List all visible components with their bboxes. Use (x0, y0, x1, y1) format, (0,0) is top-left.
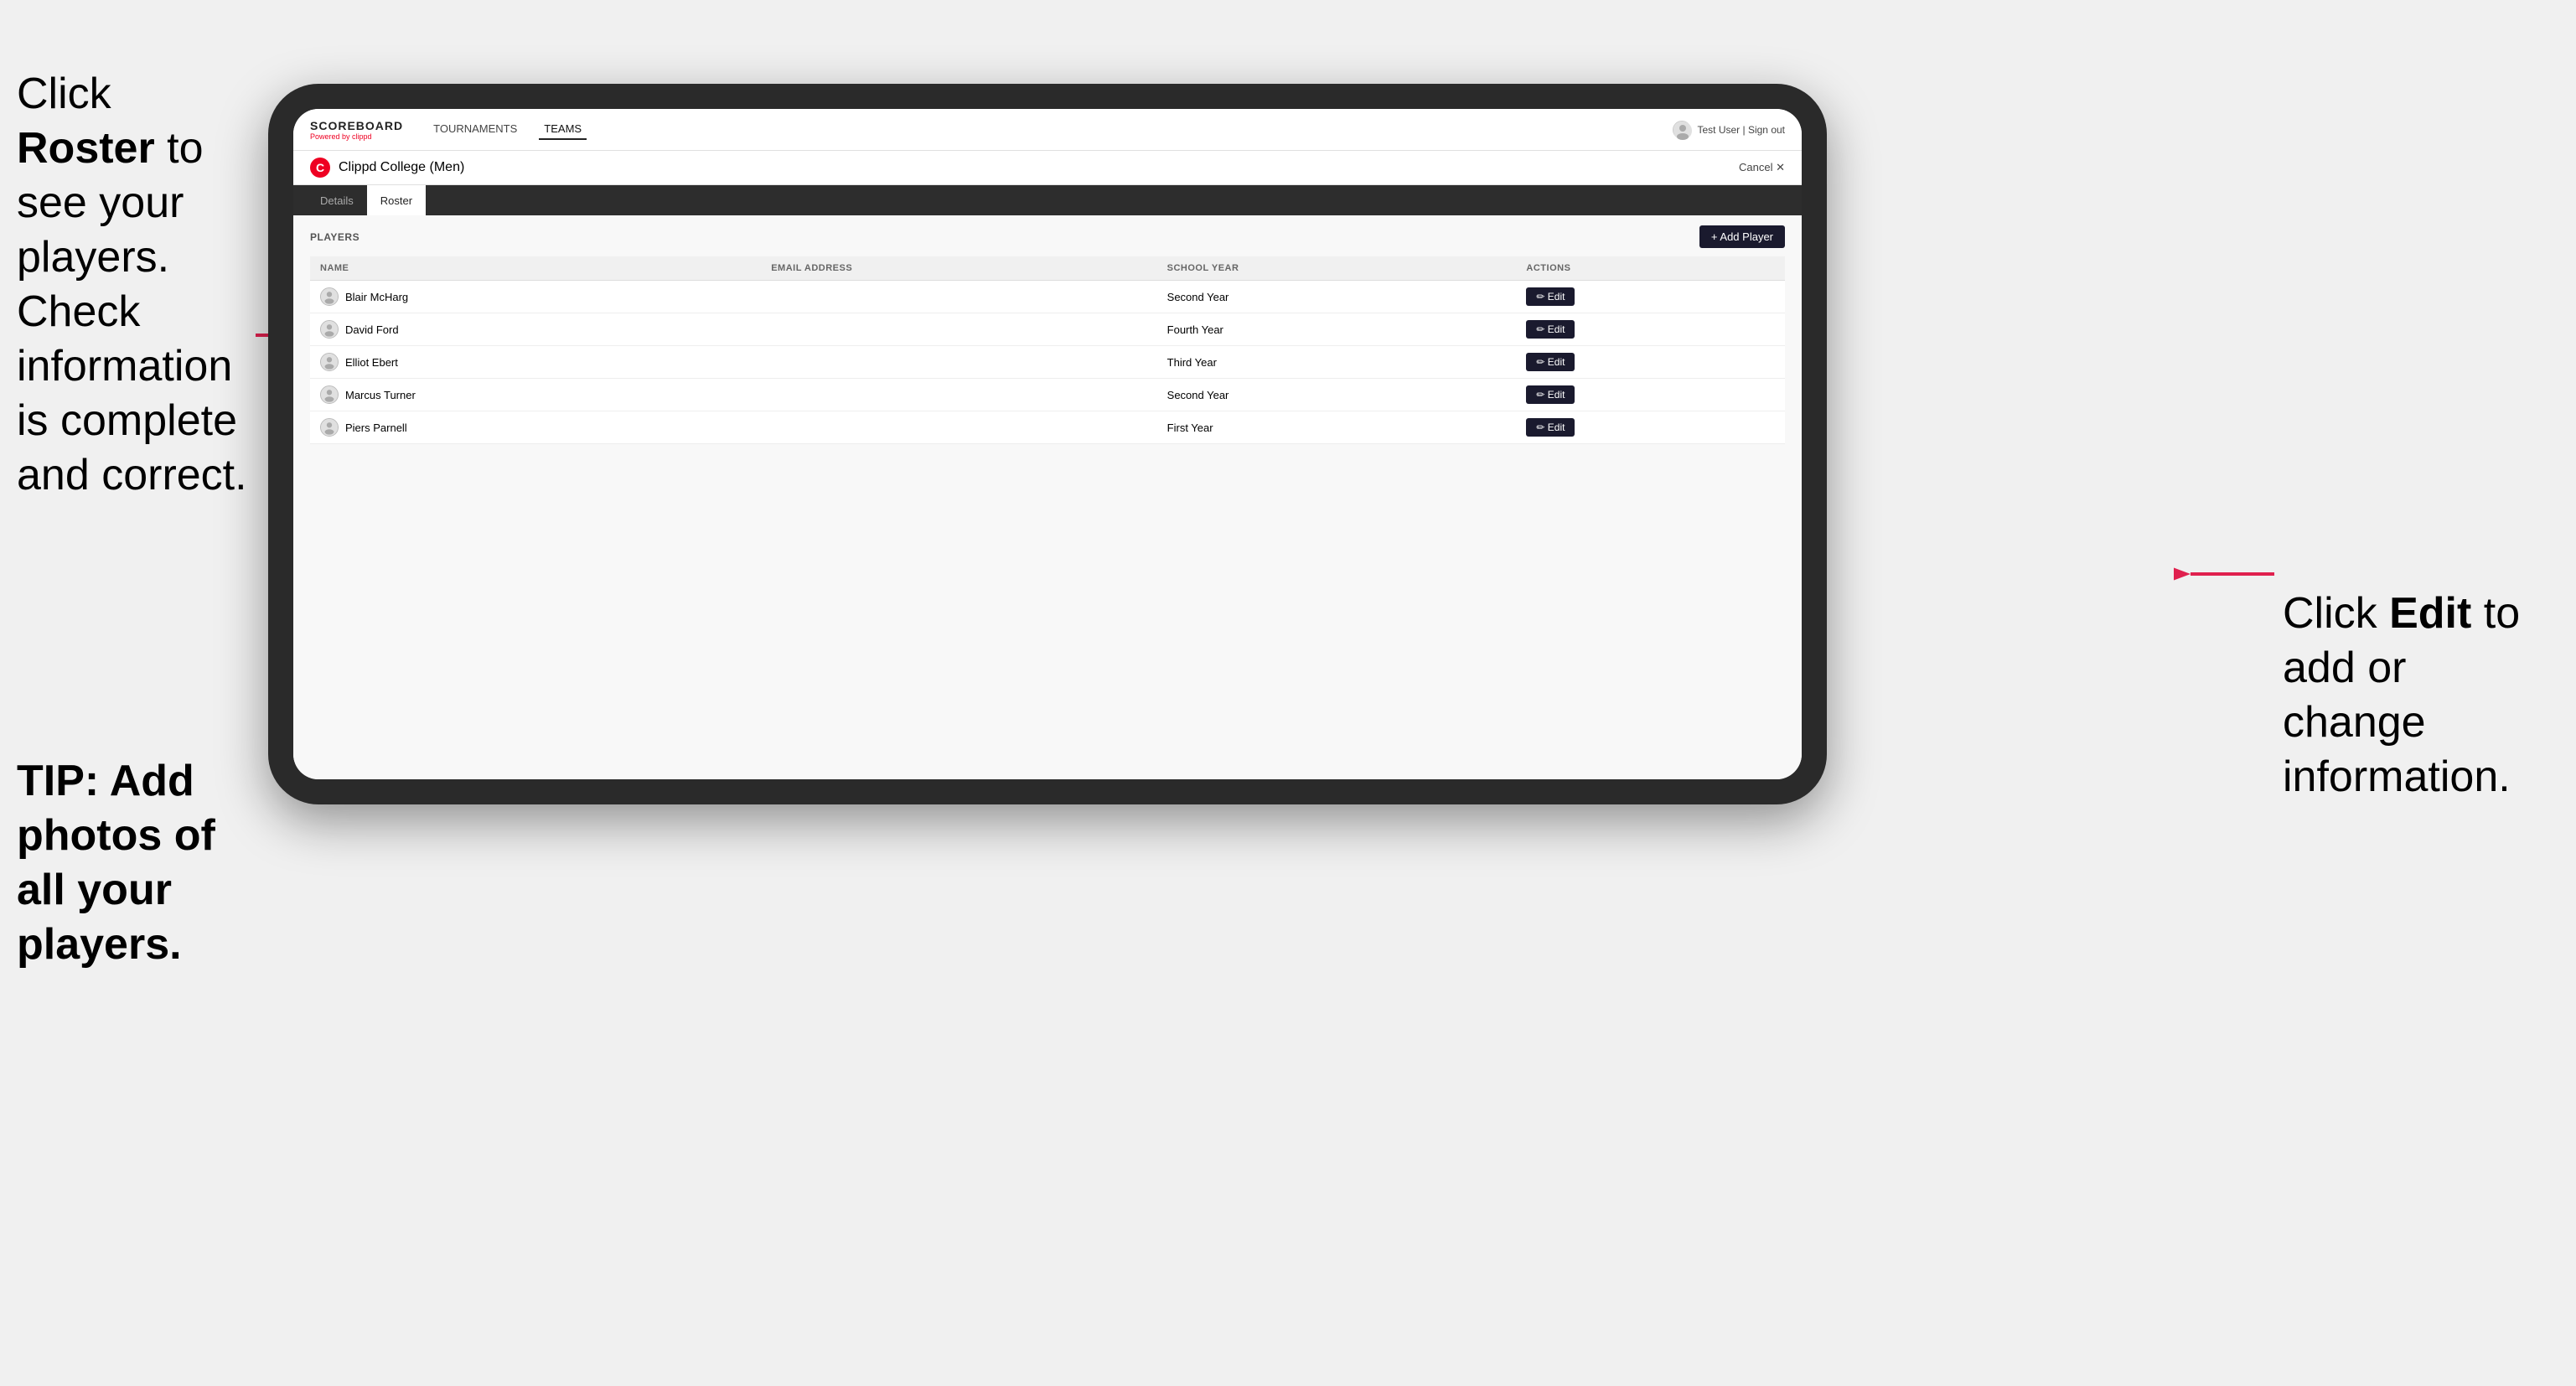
col-school-year: SCHOOL YEAR (1157, 256, 1517, 281)
player-name: David Ford (345, 323, 399, 336)
nav-tournaments[interactable]: TOURNAMENTS (428, 119, 522, 140)
player-actions: ✏ Edit (1516, 411, 1785, 444)
edit-button[interactable]: ✏ Edit (1526, 353, 1575, 371)
tablet-screen: SCOREBOARD Powered by clippd TOURNAMENTS… (293, 109, 1802, 779)
players-tbody: Blair McHarg Second Year ✏ Edit David For… (310, 281, 1785, 444)
player-name-cell: Blair McHarg (310, 281, 761, 313)
logo-sub: Powered by clippd (310, 132, 403, 141)
player-name-cell: Elliot Ebert (310, 346, 761, 379)
player-name-cell: Marcus Turner (310, 379, 761, 411)
player-avatar (320, 385, 339, 404)
player-school-year: Second Year (1157, 379, 1517, 411)
player-school-year: Second Year (1157, 281, 1517, 313)
player-name: Blair McHarg (345, 291, 408, 303)
player-actions: ✏ Edit (1516, 379, 1785, 411)
col-name: NAME (310, 256, 761, 281)
player-name-cell: David Ford (310, 313, 761, 346)
player-name-cell: Piers Parnell (310, 411, 761, 444)
player-email (761, 346, 1156, 379)
table-row: Piers Parnell First Year ✏ Edit (310, 411, 1785, 444)
player-email (761, 411, 1156, 444)
player-actions: ✏ Edit (1516, 346, 1785, 379)
table-row: David Ford Fourth Year ✏ Edit (310, 313, 1785, 346)
roster-bold: Roster (17, 124, 155, 173)
col-email: EMAIL ADDRESS (761, 256, 1156, 281)
nav-teams[interactable]: TEAMS (539, 119, 587, 140)
logo-title: SCOREBOARD (310, 119, 403, 132)
tab-details[interactable]: Details (307, 185, 367, 215)
team-header: C Clippd College (Men) Cancel ✕ (293, 151, 1802, 185)
players-section: PLAYERS + Add Player NAME EMAIL ADDRESS … (293, 215, 1802, 779)
add-player-button[interactable]: + Add Player (1699, 225, 1785, 248)
tablet-frame: SCOREBOARD Powered by clippd TOURNAMENTS… (268, 84, 1827, 804)
right-instructions: Click Edit to add or change information. (2283, 587, 2559, 804)
tip-text: TIP: Add photos of all your players. (17, 754, 260, 972)
player-avatar (320, 320, 339, 339)
team-icon: C (310, 158, 330, 178)
player-actions: ✏ Edit (1516, 281, 1785, 313)
arrow-right-annotation (2174, 549, 2274, 599)
player-avatar (320, 418, 339, 437)
cancel-button[interactable]: Cancel ✕ (1739, 161, 1785, 174)
player-email (761, 281, 1156, 313)
user-label: Test User | Sign out (1698, 124, 1786, 136)
player-email (761, 379, 1156, 411)
player-school-year: First Year (1157, 411, 1517, 444)
table-row: Blair McHarg Second Year ✏ Edit (310, 281, 1785, 313)
navbar: SCOREBOARD Powered by clippd TOURNAMENTS… (293, 109, 1802, 151)
table-header: NAME EMAIL ADDRESS SCHOOL YEAR ACTIONS (310, 256, 1785, 281)
player-name: Piers Parnell (345, 421, 407, 434)
edit-button[interactable]: ✏ Edit (1526, 418, 1575, 437)
tab-roster[interactable]: Roster (367, 185, 426, 215)
edit-button[interactable]: ✏ Edit (1526, 287, 1575, 306)
left-instructions: Click Roster to see your players. Check … (17, 67, 260, 503)
player-school-year: Fourth Year (1157, 313, 1517, 346)
edit-button[interactable]: ✏ Edit (1526, 385, 1575, 404)
logo: SCOREBOARD Powered by clippd (310, 119, 403, 141)
navbar-user: Test User | Sign out (1673, 121, 1786, 139)
player-actions: ✏ Edit (1516, 313, 1785, 346)
players-header: PLAYERS + Add Player (310, 225, 1785, 248)
team-name: Clippd College (Men) (339, 160, 1739, 175)
player-avatar (320, 353, 339, 371)
user-avatar (1673, 121, 1691, 139)
player-name: Marcus Turner (345, 389, 416, 401)
col-actions: ACTIONS (1516, 256, 1785, 281)
player-email (761, 313, 1156, 346)
edit-button[interactable]: ✏ Edit (1526, 320, 1575, 339)
tabs-bar: Details Roster (293, 185, 1802, 215)
player-avatar (320, 287, 339, 306)
players-table: NAME EMAIL ADDRESS SCHOOL YEAR ACTIONS B… (310, 256, 1785, 444)
players-label: PLAYERS (310, 231, 360, 243)
table-row: Elliot Ebert Third Year ✏ Edit (310, 346, 1785, 379)
player-name: Elliot Ebert (345, 356, 398, 369)
table-row: Marcus Turner Second Year ✏ Edit (310, 379, 1785, 411)
player-school-year: Third Year (1157, 346, 1517, 379)
navbar-nav: TOURNAMENTS TEAMS (428, 119, 1672, 140)
edit-bold: Edit (2389, 589, 2471, 638)
